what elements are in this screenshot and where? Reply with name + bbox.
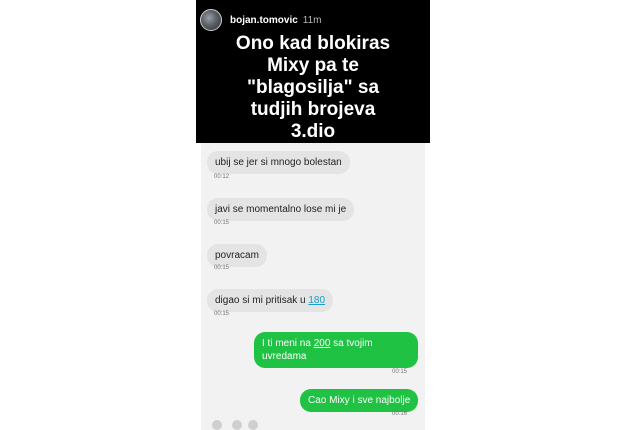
story-time: 11m bbox=[302, 14, 322, 26]
username[interactable]: bojan.tomovic bbox=[230, 15, 298, 26]
caption-line: Ono kad blokiras bbox=[235, 33, 391, 54]
reaction-icon[interactable] bbox=[248, 420, 258, 430]
message-text: Cao Mixy i sve najbolje bbox=[308, 395, 411, 406]
story-header: bojan.tomovic 11m bbox=[196, 8, 430, 32]
incoming-message: javi se momentalno lose mi je bbox=[207, 198, 355, 221]
message-time: 00:12 bbox=[214, 174, 230, 180]
caption-line: Mixy pa te bbox=[267, 55, 359, 76]
caption-line: 3.dio bbox=[290, 121, 336, 142]
message-text: I ti meni na bbox=[262, 338, 314, 349]
reaction-icon[interactable] bbox=[212, 420, 222, 430]
message-time: 00:15 bbox=[214, 265, 230, 271]
incoming-message: povracam bbox=[207, 244, 267, 267]
phone-link[interactable]: 200 bbox=[314, 338, 331, 349]
message-text: digao si mi pritisak u bbox=[215, 295, 309, 306]
incoming-message: ubij se jer si mnogo bolestan bbox=[207, 151, 350, 174]
outgoing-message: Cao Mixy i sve najbolje bbox=[300, 389, 419, 412]
outgoing-message: I ti meni na 200 sa tvojim uvredama bbox=[254, 332, 418, 368]
message-time: 00:16 bbox=[392, 411, 408, 417]
message-time: 00:15 bbox=[392, 369, 408, 375]
chat-screenshot: ubij se jer si mnogo bolestan 00:12 javi… bbox=[196, 143, 430, 430]
incoming-message: digao si mi pritisak u 180 bbox=[207, 289, 334, 312]
story-caption: Ono kad blokiras Mixy pa te "blagosilja"… bbox=[196, 33, 430, 143]
message-time: 00:15 bbox=[214, 311, 230, 317]
chat-area: ubij se jer si mnogo bolestan 00:12 javi… bbox=[201, 143, 425, 430]
message-time: 00:15 bbox=[214, 220, 230, 226]
caption-line: tudjih brojeva bbox=[250, 99, 376, 120]
message-text: ubij se jer si mnogo bolestan bbox=[215, 157, 342, 168]
reaction-icon[interactable] bbox=[232, 420, 242, 430]
phone-link[interactable]: 180 bbox=[308, 295, 325, 306]
instagram-story[interactable]: bojan.tomovic 11m Ono kad blokiras Mixy … bbox=[196, 0, 430, 430]
message-text: javi se momentalno lose mi je bbox=[215, 204, 347, 215]
message-text: povracam bbox=[215, 250, 259, 261]
caption-line: "blagosilja" sa bbox=[246, 77, 380, 98]
avatar[interactable] bbox=[200, 9, 222, 31]
